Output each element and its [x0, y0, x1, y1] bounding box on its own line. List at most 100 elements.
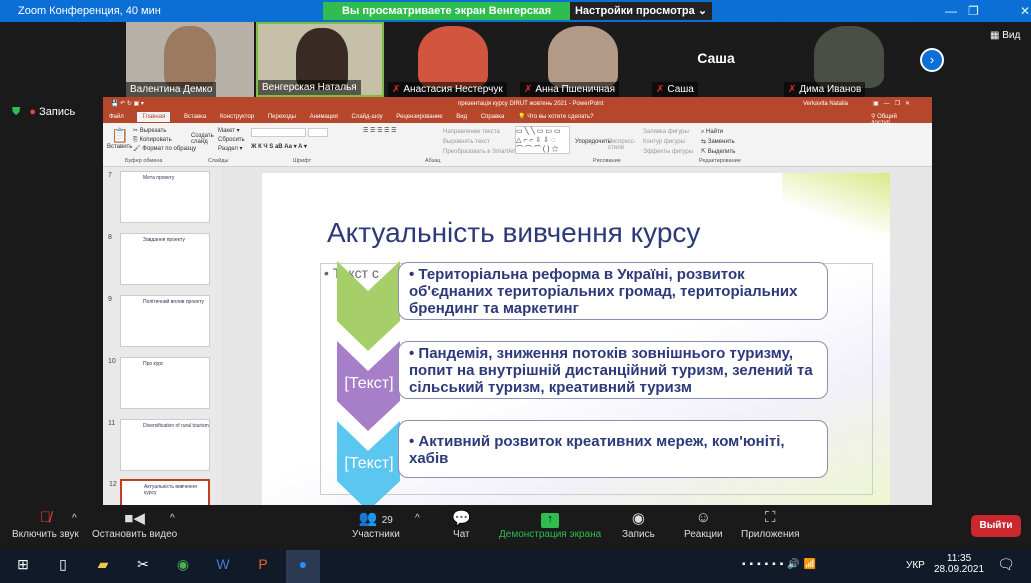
slide-thumbnail[interactable]: 10 Про курс: [108, 357, 210, 409]
font-format-buttons[interactable]: Ж К Ч S аВ Aa ▾ A ▾: [251, 143, 307, 150]
cut-button[interactable]: ✂ Вырезать: [133, 127, 196, 136]
video-tile-active-speaker[interactable]: Венгерская Наталья: [256, 22, 384, 97]
select-button[interactable]: ⇱ Выделить: [701, 147, 735, 157]
slide-thumbnail-selected[interactable]: 12 Актуальність вивчення курсу: [109, 479, 210, 505]
shape-effects-button[interactable]: Эффекты фигуры: [643, 147, 693, 157]
slide-number: 11: [108, 420, 116, 427]
text-box[interactable]: • Територіальна реформа в Україні, розви…: [398, 262, 828, 320]
tab-help[interactable]: Справка: [481, 114, 505, 120]
format-painter-button[interactable]: 🖌 Формат по образцу: [133, 145, 196, 154]
smartart-button[interactable]: Преобразовать в SmartArt: [443, 147, 516, 157]
group-paragraph: Абзац: [425, 158, 441, 164]
next-page-icon[interactable]: ›: [920, 48, 944, 72]
clock[interactable]: 11:35 28.09.2021: [934, 553, 984, 575]
shape-outline-button[interactable]: Контур фигуры: [643, 137, 693, 147]
video-tile[interactable]: ✗ Анастасия Нестерчук: [388, 22, 516, 97]
chrome-icon[interactable]: ◉: [172, 556, 194, 576]
ppt-window-controls[interactable]: ▣ — ❐ ✕: [873, 100, 910, 107]
system-tray-icons[interactable]: ▪▪▪▪▪▪🔊📶: [742, 559, 820, 570]
slide-number: 10: [108, 358, 116, 365]
slide-thumbnail[interactable]: 7 Мета проекту: [108, 171, 210, 223]
notifications-icon[interactable]: 🗨: [995, 556, 1017, 576]
reactions-label: Реакции: [684, 529, 723, 540]
reset-button[interactable]: Сбросить: [218, 136, 245, 145]
slide-canvas[interactable]: Актуальність вивчення курсу • Текст с [Т…: [262, 173, 890, 505]
quick-styles-button[interactable]: Экспресс-стили: [608, 139, 636, 151]
tab-slideshow[interactable]: Слайд-шоу: [352, 114, 383, 120]
tab-home[interactable]: Главная: [137, 112, 171, 122]
snipping-tool-icon[interactable]: ✂: [132, 556, 154, 576]
language-indicator[interactable]: УКР: [906, 560, 925, 571]
slide-thumbnail[interactable]: 11 Diversification of rural tourism: [108, 419, 210, 471]
tell-me-search[interactable]: 💡 Что вы хотите сделать?: [518, 114, 605, 120]
tab-design[interactable]: Конструктор: [220, 114, 254, 120]
slide-thumbnails-pane[interactable]: 7 Мета проекту 8 Завдання проекту 9 Політич…: [103, 167, 221, 505]
muted-mic-icon: ✗: [656, 84, 665, 95]
chat-button[interactable]: 💬 Чат: [452, 509, 471, 540]
people-icon: 👥: [358, 510, 378, 527]
task-view-icon[interactable]: ▯: [52, 556, 74, 576]
slide-thumbnail[interactable]: 8 Завдання проекту: [108, 233, 210, 285]
slide-number: 12: [109, 481, 117, 488]
tab-animations[interactable]: Анимация: [310, 114, 338, 120]
file-explorer-icon[interactable]: ▰: [92, 556, 114, 576]
align-text-button[interactable]: Выровнять текст: [443, 137, 516, 147]
group-drawing: Рисование: [593, 158, 621, 164]
thumbnail-title: Diversification of rural tourism: [143, 423, 209, 429]
slide-decoration: [782, 173, 890, 233]
font-size-input[interactable]: [308, 128, 328, 137]
tab-view[interactable]: Вид: [456, 114, 467, 120]
tab-insert[interactable]: Вставка: [184, 114, 206, 120]
video-options-caret[interactable]: ^: [170, 513, 175, 524]
tab-file[interactable]: Файл: [109, 114, 124, 120]
section-button[interactable]: Раздел ▾: [218, 145, 245, 154]
find-button[interactable]: ⌕ Найти: [701, 127, 735, 137]
apps-button[interactable]: ⛶ Приложения: [741, 509, 800, 540]
slide-thumbnail[interactable]: 9 Політичний вплив проекту: [108, 295, 210, 347]
paragraph-buttons[interactable]: ☰ ☰ ☰ ☰ ☰: [363, 127, 397, 134]
quick-access-toolbar[interactable]: 💾 ↶ ↻ ▣ ▾: [111, 100, 144, 107]
stop-video-button[interactable]: ■◀ Остановить видео: [92, 509, 177, 540]
maximize-button[interactable]: ❐: [968, 4, 979, 18]
minimize-button[interactable]: —: [945, 4, 957, 18]
group-clipboard: Буфер обмена: [125, 158, 163, 164]
text-direction-button[interactable]: Направление текста: [443, 127, 516, 137]
arrange-button[interactable]: Упорядочить: [575, 139, 611, 145]
layout-button[interactable]: Макет ▾: [218, 127, 245, 136]
record-button[interactable]: ◉ Запись: [622, 509, 655, 540]
text-box[interactable]: • Пандемія, зниження потоків зовнішнього…: [398, 341, 828, 399]
video-tile[interactable]: Валентина Демко: [126, 22, 254, 97]
video-tile[interactable]: Саша ✗ Саша: [652, 22, 780, 97]
ppt-user[interactable]: Verkavita Natalia: [803, 101, 848, 107]
unmute-button[interactable]: 🎙̸ Включить звук: [12, 509, 79, 540]
participants-button[interactable]: 👥 29 Участники: [352, 509, 400, 540]
word-icon[interactable]: W: [212, 556, 234, 576]
paste-button[interactable]: 📋 Вставить: [107, 127, 132, 150]
video-tile[interactable]: ✗ Анна Пшеничная: [520, 22, 648, 97]
muted-mic-icon: ✗: [788, 84, 797, 95]
share-screen-button[interactable]: ↑ Демонстрация экрана: [499, 509, 601, 540]
reactions-button[interactable]: ☺ Реакции: [684, 509, 723, 540]
windows-start-icon[interactable]: ⊞: [12, 556, 34, 576]
close-button[interactable]: ✕: [1020, 4, 1030, 18]
window-title: Zoom Конференция, 40 мин: [18, 5, 161, 17]
audio-options-caret[interactable]: ^: [72, 513, 77, 524]
font-name-input[interactable]: [251, 128, 306, 137]
slide-title[interactable]: Актуальність вивчення курсу: [327, 217, 700, 249]
participants-options-caret[interactable]: ^: [415, 513, 420, 524]
view-button[interactable]: ▦ Вид: [990, 30, 1020, 41]
participant-count: 29: [381, 515, 393, 526]
shape-fill-button[interactable]: Заливка фигуры: [643, 127, 693, 137]
video-tile[interactable]: ✗ Дима Иванов: [784, 22, 912, 97]
powerpoint-icon[interactable]: P: [252, 556, 274, 576]
shapes-gallery[interactable]: ▭ ╲ ╲ ▭ ▭ ▭ △ ⌐ ⌐ ⇩ ⇩ ◌ ⌒ ⌒ ⌒ ( ) ☆: [515, 126, 570, 154]
zoom-app-icon[interactable]: ●: [286, 550, 320, 583]
tab-review[interactable]: Рецензирование: [396, 114, 442, 120]
text-box[interactable]: • Активний розвиток креативних мереж, ко…: [398, 420, 828, 478]
new-slide-button[interactable]: Создать слайд: [191, 133, 214, 145]
view-settings-dropdown[interactable]: Настройки просмотра ⌄: [570, 2, 712, 20]
copy-button[interactable]: ⎘ Копировать: [133, 136, 196, 145]
leave-meeting-button[interactable]: Выйти: [971, 515, 1021, 537]
replace-button[interactable]: ⇆ Заменить: [701, 137, 735, 147]
tab-transitions[interactable]: Переходы: [268, 114, 296, 120]
